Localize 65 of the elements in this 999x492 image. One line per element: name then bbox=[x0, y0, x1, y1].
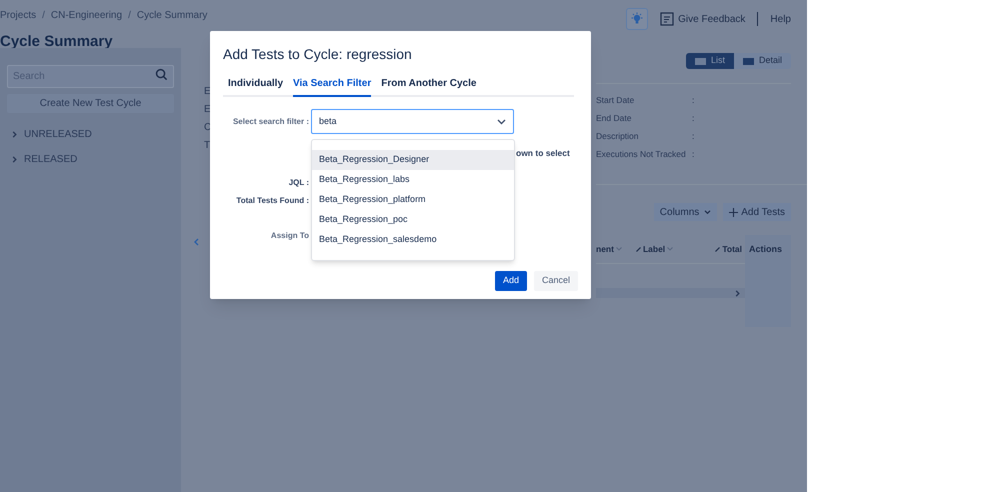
add-button[interactable]: Add bbox=[494, 271, 527, 291]
dropdown-option[interactable]: Beta_Regression_poc bbox=[312, 210, 514, 230]
view-tab[interactable]: List bbox=[686, 53, 734, 69]
dialog-tab[interactable]: Via Search Filter bbox=[293, 76, 372, 97]
view-tab[interactable]: Detail bbox=[734, 53, 791, 69]
tree-item[interactable]: UNRELEASED bbox=[7, 127, 174, 142]
help-link[interactable]: Help bbox=[770, 12, 791, 26]
dialog-title: Add Tests to Cycle: regression bbox=[223, 45, 413, 64]
column-header[interactable]: nent bbox=[596, 242, 622, 256]
view-icon bbox=[742, 58, 754, 64]
field-label: Assign To bbox=[270, 230, 309, 242]
dialog-tab[interactable]: Individually bbox=[228, 76, 284, 97]
column-header[interactable]: Label bbox=[636, 242, 674, 256]
dialog-tab[interactable]: From Another Cycle bbox=[381, 76, 476, 97]
hint-text: own to select bbox=[516, 147, 570, 159]
column-header: Actions bbox=[748, 242, 784, 256]
detail-label: E bbox=[204, 104, 211, 116]
detail-label: End Date bbox=[596, 112, 632, 124]
detail-label: Executions Not Tracked bbox=[596, 148, 687, 160]
search-icon bbox=[155, 68, 168, 81]
detail-separator: : bbox=[692, 148, 694, 160]
detail-label: T bbox=[204, 140, 210, 152]
field-label: Select search filter : bbox=[232, 116, 309, 128]
lightbulb-button[interactable] bbox=[626, 8, 648, 30]
detail-label: Start Date bbox=[596, 94, 636, 106]
detail-label: E bbox=[204, 86, 211, 98]
give-feedback-button[interactable]: Give Feedback bbox=[660, 12, 746, 26]
page-title: Cycle Summary bbox=[0, 32, 114, 52]
dropdown-option[interactable]: Beta_Regression_salesdemo bbox=[312, 230, 514, 250]
chevron-icon bbox=[11, 131, 18, 138]
sort-caret-icon bbox=[667, 247, 674, 251]
view-icon bbox=[694, 58, 706, 64]
breadcrumb-separator: / bbox=[128, 9, 131, 23]
breadcrumb-link[interactable]: Cycle Summary bbox=[136, 8, 208, 23]
detail-separator: : bbox=[692, 94, 694, 106]
lightbulb-icon bbox=[630, 12, 644, 26]
dropdown-option[interactable]: Beta_Regression_labs bbox=[312, 170, 514, 190]
tree-item[interactable]: RELEASED bbox=[7, 152, 174, 167]
scroll-right-icon bbox=[734, 290, 741, 296]
chevron-icon bbox=[11, 156, 18, 163]
collapse-sidebar-icon[interactable] bbox=[194, 238, 199, 246]
breadcrumb-link[interactable]: CN-Engineering bbox=[50, 8, 122, 23]
pin-icon bbox=[715, 246, 720, 252]
column-header[interactable]: Total bbox=[715, 242, 742, 256]
feedback-icon bbox=[660, 12, 674, 26]
caret-icon bbox=[704, 210, 712, 214]
add-tests-button[interactable]: Add Tests bbox=[723, 203, 791, 221]
breadcrumb-separator: / bbox=[42, 9, 45, 23]
field-label: Total Tests Found : bbox=[235, 195, 309, 207]
horizontal-scrollbar[interactable] bbox=[596, 288, 745, 298]
plus-icon bbox=[729, 208, 738, 216]
dropdown-option[interactable]: Beta_Regression_platform bbox=[312, 190, 514, 210]
sort-caret-icon bbox=[616, 247, 622, 251]
field-label: JQL : bbox=[288, 177, 309, 189]
search-filter-select[interactable]: beta bbox=[311, 109, 514, 134]
cancel-button[interactable]: Cancel bbox=[534, 271, 578, 291]
breadcrumb-link[interactable]: Projects bbox=[0, 8, 36, 23]
detail-separator: : bbox=[692, 130, 694, 142]
caret-icon bbox=[497, 118, 506, 124]
columns-button[interactable]: Columns bbox=[654, 203, 718, 221]
dropdown-option[interactable]: Beta_Regression_Designer bbox=[312, 150, 514, 170]
detail-separator: : bbox=[692, 112, 694, 124]
create-test-cycle-button[interactable]: Create New Test Cycle bbox=[7, 94, 174, 113]
pin-icon bbox=[636, 246, 641, 252]
detail-label: Description bbox=[596, 130, 640, 142]
